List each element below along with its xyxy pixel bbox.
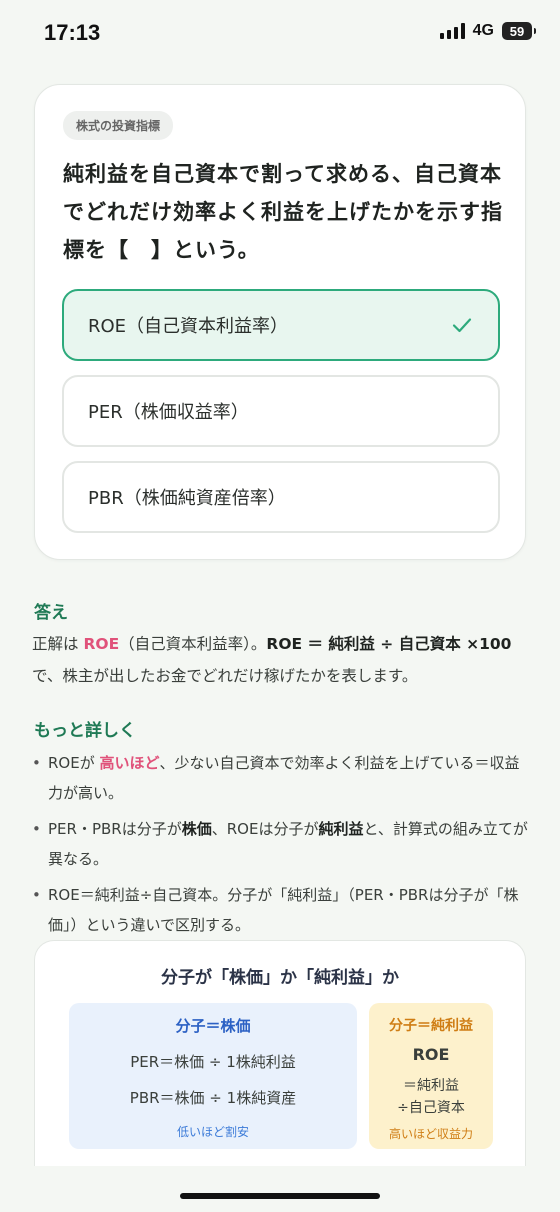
bold-text: 純利益	[318, 820, 364, 838]
pbr-formula: PBR＝株価 ÷ 1株純資産	[129, 1089, 297, 1107]
roe-formula-2: ÷自己資本	[397, 1100, 465, 1116]
highlight: 高いほど	[99, 754, 160, 772]
answer-text: 正解は ROE（自己資本利益率）。ROE ＝ 純利益 ÷ 自己資本 ×100 で…	[32, 628, 532, 692]
details-list: ROEが 高いほど、少ない自己資本で効率よく利益を上げている＝収益力が高い。 P…	[32, 748, 532, 946]
answer-title: 答え	[34, 603, 68, 623]
price-numerator-box: 分子＝株価 PER＝株価 ÷ 1株純利益 PBR＝株価 ÷ 1株純資産 低いほど…	[69, 1003, 357, 1149]
roe-heading: ROE	[412, 1045, 450, 1064]
option-label: PBR（株価純資産倍率）	[88, 488, 286, 509]
text: ROEが	[48, 754, 95, 772]
battery-level: 59	[509, 23, 525, 39]
check-icon	[452, 318, 472, 333]
per-formula: PER＝株価 ÷ 1株純利益	[130, 1053, 296, 1071]
text: 、ROEは分子が	[211, 820, 319, 838]
option-per[interactable]: PER（株価収益率）	[62, 375, 500, 447]
box-note: 低いほど割安	[176, 1125, 249, 1139]
answer-rest: で、株主が出したお金でどれだけ稼げたかを表します。	[32, 667, 418, 685]
roe-formula-1: ＝純利益	[403, 1078, 459, 1094]
answer-term: ROE	[83, 635, 120, 653]
answer-prefix: 正解は	[32, 635, 79, 653]
option-pbr[interactable]: PBR（株価純資産倍率）	[62, 461, 500, 533]
list-item: PER・PBRは分子が株価、ROEは分子が純利益と、計算式の組み立てが異なる。	[32, 814, 532, 874]
battery-icon: 59	[502, 22, 536, 40]
status-time: 17:13	[44, 20, 101, 45]
option-label: ROE（自己資本利益率）	[88, 316, 289, 337]
box-title: 分子＝株価	[175, 1017, 251, 1035]
text: PER・PBRは分子が	[48, 820, 182, 838]
question-text: 純利益を自己資本で割って求める、自己資本でどれだけ効率よく利益を上げたかを示す指…	[63, 162, 503, 262]
diagram-title: 分子が「株価」か「純利益」か	[161, 968, 399, 988]
details-title: もっと詳しく	[34, 721, 136, 741]
home-bar-area	[0, 1166, 560, 1212]
text: ROE＝純利益÷自己資本。分子が「純利益」（PER・PBRは分子が「株価」）とい…	[48, 886, 519, 934]
answer-formula: ROE ＝ 純利益 ÷ 自己資本 ×100	[266, 635, 512, 653]
category-chip: 株式の投資指標	[63, 111, 174, 140]
home-indicator[interactable]	[180, 1193, 380, 1199]
answer-term-suffix: （自己資本利益率）。	[119, 635, 267, 653]
bold-text: 株価	[181, 820, 212, 838]
list-item: ROEが 高いほど、少ない自己資本で効率よく利益を上げている＝収益力が高い。	[32, 748, 532, 808]
status-bar: 17:13 4G 59	[0, 0, 560, 68]
quiz-card: 株式の投資指標 純利益を自己資本で割って求める、自己資本でどれだけ効率よく利益を…	[34, 84, 526, 560]
signal-icon	[439, 23, 465, 39]
option-label: PER（株価収益率）	[88, 402, 249, 423]
network-type: 4G	[472, 22, 494, 39]
diagram-card: 分子が「株価」か「純利益」か 分子＝株価 PER＝株価 ÷ 1株純利益 PBR＝…	[34, 940, 526, 1170]
profit-numerator-box: 分子＝純利益 ROE ＝純利益 ÷自己資本 高いほど収益力	[369, 1003, 493, 1149]
list-item: ROE＝純利益÷自己資本。分子が「純利益」（PER・PBRは分子が「株価」）とい…	[32, 880, 532, 940]
option-roe[interactable]: ROE（自己資本利益率）	[62, 289, 500, 361]
status-icons: 4G 59	[439, 22, 536, 40]
box-title: 分子＝純利益	[389, 1018, 473, 1034]
box-note: 高いほど収益力	[388, 1127, 473, 1141]
